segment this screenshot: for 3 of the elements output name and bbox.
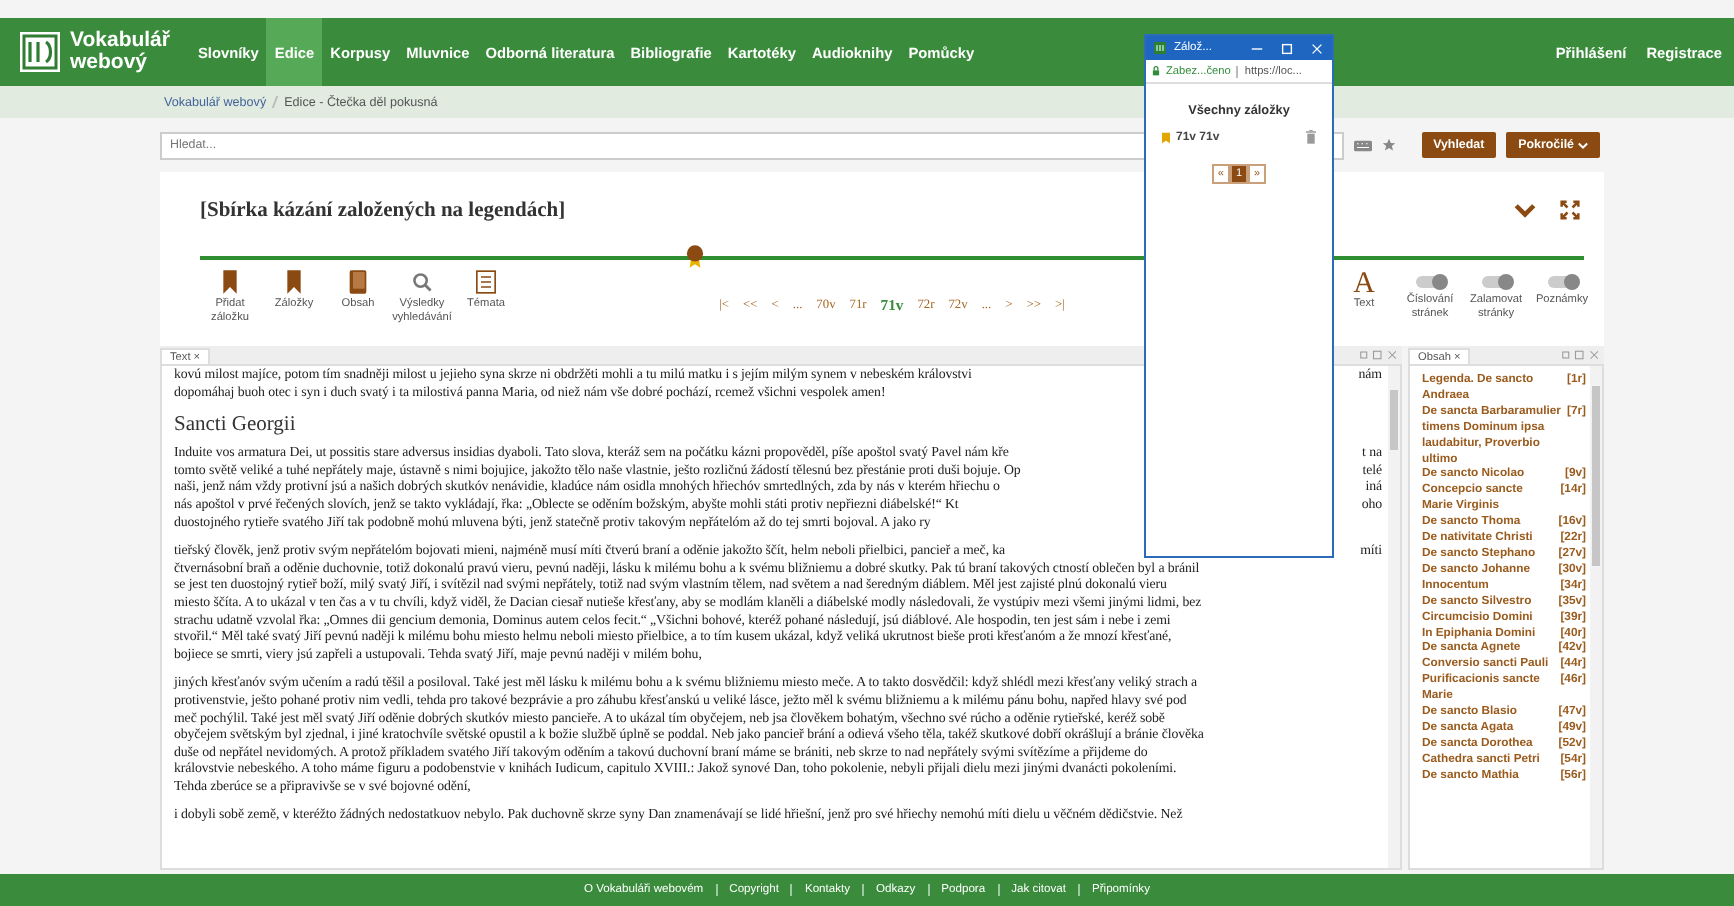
font-icon: A [1353, 270, 1375, 298]
section-heading: Sancti Georgii [174, 414, 298, 437]
work-title: [Sbírka kázání založených na legendách] [200, 199, 568, 221]
